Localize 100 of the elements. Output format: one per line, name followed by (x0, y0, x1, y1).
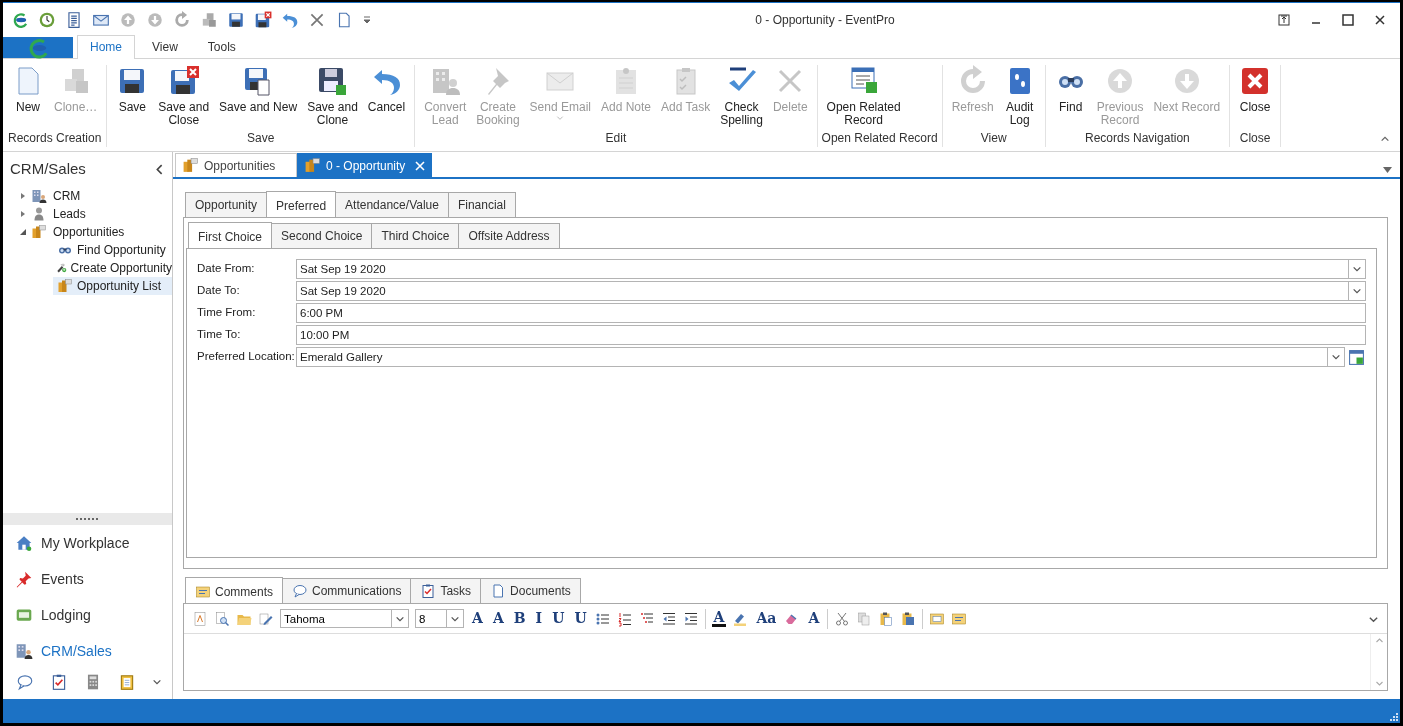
toolbar-button[interactable] (65, 11, 83, 29)
navigation-item[interactable]: CRM/Sales (3, 633, 172, 669)
toolbar-button[interactable] (682, 610, 699, 627)
document-tab[interactable]: 0 - Opportunity (297, 153, 432, 177)
form-tab[interactable]: Financial (447, 192, 516, 217)
choice-tab[interactable]: Offsite Address (458, 223, 560, 248)
toolbar-button[interactable] (254, 11, 272, 29)
close-tab-button[interactable] (415, 160, 425, 171)
pin-window-icon[interactable] (1278, 14, 1290, 26)
font-size-field[interactable]: 8 (415, 609, 447, 628)
dropdown-button[interactable] (1349, 259, 1366, 279)
format-button[interactable]: U (572, 608, 589, 629)
format-button[interactable]: A (711, 610, 727, 627)
ribbon-button[interactable]: Open Related Record (821, 65, 906, 127)
find-icon (214, 610, 230, 627)
navigation-item[interactable]: Events (3, 561, 172, 597)
ribbon-button[interactable]: Save (111, 65, 154, 114)
module-button[interactable] (118, 673, 136, 691)
ribbon-tab[interactable]: View (139, 35, 191, 59)
dropdown-field[interactable]: Sat Sep 19 2020 (296, 281, 1349, 301)
tab-label: Documents (510, 583, 571, 600)
navigation-item[interactable]: Lodging (3, 597, 172, 633)
customize-menu-button[interactable] (362, 15, 372, 25)
dropdown-field[interactable]: Emerald Gallery (296, 347, 1328, 367)
close-icon (415, 160, 425, 171)
ribbon-button[interactable]: Cancel (362, 65, 411, 114)
font-field[interactable]: Tahoma (280, 609, 392, 628)
toolbar-button[interactable] (227, 11, 245, 29)
format-button[interactable]: A (806, 608, 822, 629)
toolbar-button[interactable] (878, 610, 895, 627)
dropdown-icon[interactable] (1383, 166, 1392, 173)
maximize-icon[interactable] (1342, 14, 1354, 26)
more-button[interactable] (152, 677, 162, 687)
form-tab[interactable]: Opportunity (185, 192, 268, 217)
ribbon-button[interactable]: Audit Log (998, 65, 1041, 127)
document-tab[interactable]: Opportunities (175, 153, 297, 177)
dropdown-button[interactable] (1349, 281, 1366, 301)
clock-icon (38, 11, 56, 29)
format-button[interactable]: A (470, 608, 485, 629)
tree-item[interactable]: Create Opportunity (53, 258, 172, 277)
format-button[interactable]: A (490, 608, 506, 629)
tab-label: Communications (312, 583, 402, 600)
notes-tab[interactable]: Comments (185, 577, 283, 604)
toolbar-button[interactable] (900, 610, 917, 627)
choice-tab[interactable]: Second Choice (271, 223, 373, 248)
decrease-indent-icon (660, 610, 677, 627)
format-button[interactable]: I (533, 608, 545, 629)
clipboard-icon (118, 673, 136, 691)
splitter-handle[interactable] (3, 513, 172, 525)
tab-label: 0 - Opportunity (326, 157, 406, 175)
format-button[interactable]: U (550, 608, 567, 629)
tree-item-label: Create Opportunity (70, 259, 172, 277)
module-button[interactable] (50, 673, 68, 691)
tree-item[interactable]: CRM (51, 186, 83, 205)
ribbon-button[interactable]: Save and Clone (302, 65, 363, 127)
tree-item-label: Opportunity List (77, 277, 162, 295)
ribbon-button[interactable]: Save and Close (153, 65, 215, 127)
navigation-item[interactable]: My Workplace (3, 525, 172, 561)
module-button[interactable] (16, 673, 34, 691)
ribbon-button[interactable]: Check Spelling (715, 65, 768, 127)
dropdown-button[interactable] (1328, 347, 1345, 367)
tree-item[interactable]: Leads (51, 204, 88, 223)
lookup-button[interactable] (1346, 347, 1366, 367)
format-button[interactable]: B (511, 608, 528, 629)
text-field[interactable]: 6:00 PM (296, 303, 1366, 323)
speech-bubble-icon (292, 583, 308, 599)
choice-tab[interactable]: Third Choice (371, 223, 460, 248)
form-tab[interactable]: Attendance/Value (335, 192, 449, 217)
toolbar-button[interactable] (660, 610, 677, 627)
dropdown-button[interactable] (447, 609, 464, 628)
ribbon-button[interactable]: Close (1234, 65, 1277, 114)
coins-icon (31, 223, 47, 240)
notes-tab[interactable]: Tasks (410, 578, 482, 603)
close-icon[interactable] (1374, 14, 1386, 26)
ribbon-button[interactable]: New (7, 65, 49, 114)
notes-tab[interactable]: Documents (480, 578, 581, 603)
chevron-icon (1331, 352, 1341, 362)
toolbar-button[interactable] (11, 11, 29, 29)
notes-tab[interactable]: Communications (282, 578, 412, 603)
tree-item[interactable]: Opportunity List (53, 276, 172, 295)
choice-tab[interactable]: First Choice (188, 222, 272, 249)
ribbon-tab[interactable]: Home (77, 35, 135, 59)
ribbon-button[interactable]: Save and New (214, 65, 303, 114)
dropdown-field[interactable]: Sat Sep 19 2020 (296, 259, 1349, 279)
toolbar-button[interactable] (616, 610, 633, 627)
clipboard-check-icon (50, 673, 68, 691)
tree-item[interactable]: Opportunities (51, 222, 127, 241)
format-icon (192, 610, 208, 627)
ribbon-group-label: Records Creation (7, 130, 103, 147)
text-field[interactable]: 10:00 PM (296, 325, 1366, 345)
format-button[interactable]: Aa (754, 608, 779, 629)
numbered-list-icon (616, 610, 633, 627)
field-label: Date From: (197, 261, 256, 277)
tree-item[interactable]: Find Opportunity (53, 240, 172, 259)
dropdown-button[interactable] (392, 609, 409, 628)
field-label: Date To: (197, 283, 241, 299)
ribbon-button[interactable]: Find (1049, 65, 1092, 114)
copy-icon (856, 610, 873, 627)
ribbon-tab[interactable]: Tools (194, 35, 249, 59)
resize-grip-icon[interactable] (1390, 713, 1398, 721)
